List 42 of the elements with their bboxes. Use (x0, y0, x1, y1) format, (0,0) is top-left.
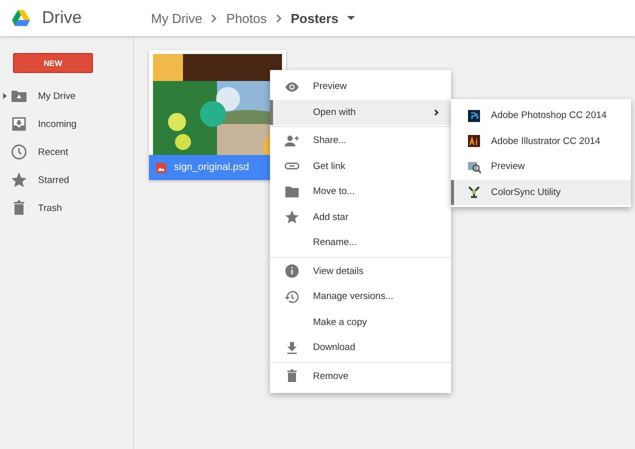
file-card[interactable]: sign_original.psd (149, 50, 286, 180)
sidebar-item[interactable]: My Drive (0, 82, 133, 110)
menu-item[interactable]: Manage versions... (270, 284, 451, 310)
drive-logo-icon (12, 10, 30, 26)
star-icon (284, 209, 300, 226)
menu-item[interactable]: Move to... (270, 179, 451, 204)
menu-item[interactable]: View details (270, 258, 451, 284)
sidebar-item[interactable]: Trash (0, 194, 133, 222)
menu-item[interactable]: Add star (270, 204, 451, 230)
menu-item[interactable]: Adobe Illustrator CC 2014 (451, 128, 631, 154)
breadcrumb-item[interactable]: Photos (226, 10, 267, 26)
sidebar-item[interactable]: Incoming (0, 110, 133, 138)
menu-item[interactable]: Open with (270, 100, 451, 125)
folder-icon (284, 184, 300, 200)
chevron-icon (211, 14, 218, 22)
chevron-icon (276, 14, 282, 22)
new-button[interactable]: NEW (13, 53, 93, 73)
colorsync-icon (467, 185, 481, 200)
incoming-icon (10, 115, 28, 133)
add-person-icon (284, 132, 300, 149)
menu-item[interactable]: ColorSync Utility (451, 180, 631, 205)
menu-item[interactable]: Make a copy (270, 310, 451, 335)
menu-item[interactable]: Download (270, 335, 451, 360)
illustrator-icon (468, 135, 480, 148)
photoshop-icon (468, 110, 480, 122)
info-icon (284, 263, 300, 280)
sidebar-item[interactable]: Starred (0, 166, 133, 194)
image-file-icon (156, 162, 166, 172)
menu-item[interactable]: Remove (270, 364, 451, 389)
menu-item[interactable]: Preview (451, 154, 631, 180)
history-icon (284, 288, 300, 305)
clock-icon (10, 143, 28, 161)
breadcrumb-item[interactable]: My Drive (151, 10, 202, 26)
preview-app-icon (467, 160, 481, 174)
menu-item[interactable]: Rename... (270, 230, 451, 256)
app-name: Drive (42, 8, 83, 28)
breadcrumb-item[interactable]: Posters (290, 10, 338, 26)
sidebar-item[interactable]: Recent (0, 138, 133, 166)
star-icon (10, 171, 28, 189)
menu-item[interactable]: Adobe Photoshop CC 2014 (451, 103, 631, 128)
dropdown-caret-icon[interactable] (347, 16, 356, 20)
expand-arrow-icon[interactable] (3, 93, 7, 99)
